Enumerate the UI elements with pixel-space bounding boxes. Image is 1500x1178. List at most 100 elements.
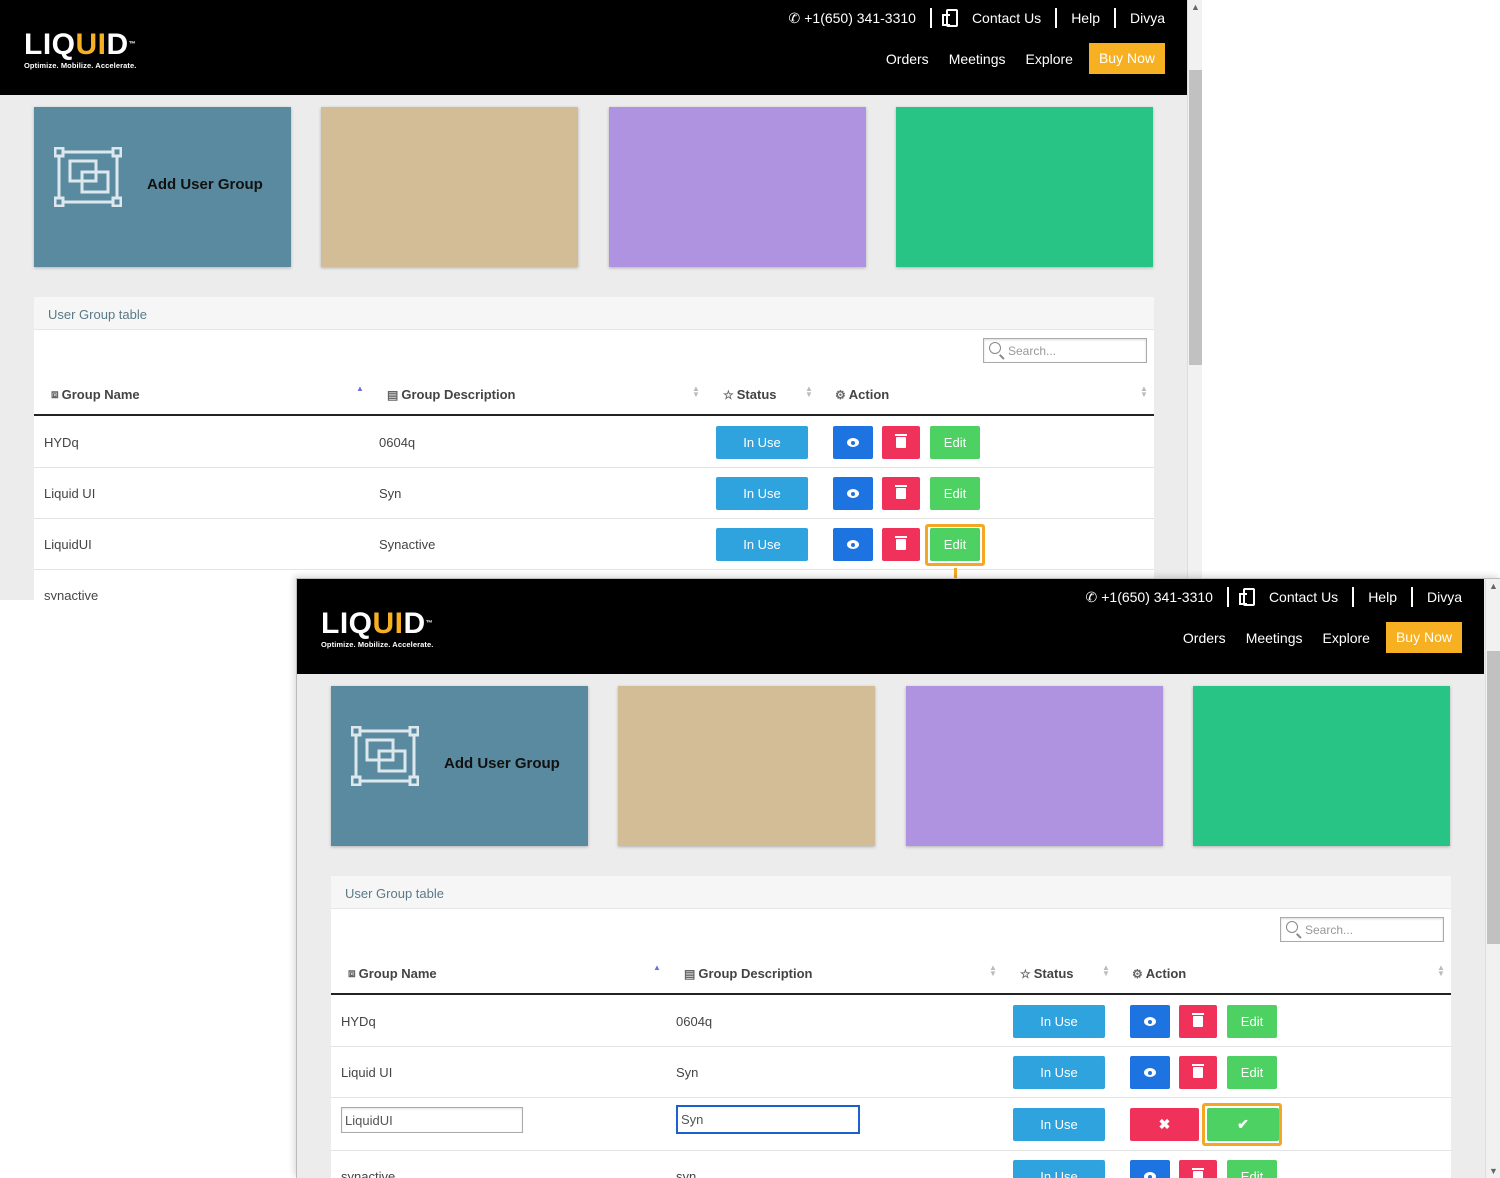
contact-us-link[interactable]: Contact Us (1269, 589, 1338, 605)
view-button[interactable] (833, 528, 873, 561)
scroll-up-icon[interactable]: ▲ (1489, 582, 1498, 591)
edit-button[interactable]: Edit (1227, 1005, 1277, 1038)
group-name-input[interactable] (341, 1107, 523, 1133)
view-button[interactable] (833, 426, 873, 459)
col-status[interactable]: ☆ Status (723, 387, 777, 402)
view-button[interactable] (1130, 1056, 1170, 1089)
sort-icon[interactable]: ▲ ▼ (1102, 964, 1110, 978)
group-description-cell: 0604q (676, 1014, 713, 1029)
logo-text-c: D (106, 28, 129, 61)
scrollbar-thumb[interactable] (1487, 651, 1500, 944)
table-header: ⧈Group Name ▲▼ ▤Group Description ▲▼ ☆St… (34, 377, 1154, 416)
col-status[interactable]: ☆ Status (1020, 966, 1074, 981)
edit-button[interactable]: Edit (1227, 1160, 1277, 1178)
buy-now-button[interactable]: Buy Now (1088, 43, 1165, 74)
header-bar: LIQUID™ Optimize. Mobilize. Accelerate. … (297, 579, 1484, 674)
in-use-button[interactable]: In Use (1013, 1056, 1105, 1089)
search-input[interactable] (1008, 342, 1138, 360)
sort-icon[interactable]: ▲ ▼ (692, 385, 700, 399)
tile-green[interactable] (896, 107, 1153, 267)
in-use-button[interactable]: In Use (716, 477, 808, 510)
cancel-edit-button[interactable]: ✖ (1130, 1108, 1199, 1141)
buy-now-button[interactable]: Buy Now (1385, 622, 1462, 653)
in-use-button[interactable]: In Use (1013, 1160, 1105, 1178)
gear-icon: ⚙ (835, 387, 846, 402)
in-use-button[interactable]: In Use (716, 528, 808, 561)
search-input[interactable] (1305, 921, 1435, 939)
edit-button[interactable]: Edit (930, 426, 980, 459)
utility-bar: ✆ +1(650) 341-3310 Contact Us Help Divya (1085, 587, 1462, 607)
scrollbar[interactable]: ▲ ▼ (1485, 579, 1500, 1178)
nav-meetings[interactable]: Meetings (949, 51, 1006, 67)
in-use-button[interactable]: In Use (716, 426, 808, 459)
logo-tagline: Optimize. Mobilize. Accelerate. (24, 61, 137, 70)
view-button[interactable] (1130, 1160, 1170, 1178)
delete-button[interactable] (882, 528, 920, 561)
tile-green[interactable] (1193, 686, 1450, 846)
scrollbar[interactable]: ▲ (1187, 0, 1202, 600)
delete-button[interactable] (882, 426, 920, 459)
in-use-button[interactable]: In Use (1013, 1005, 1105, 1038)
col-group-name[interactable]: ⧈ Group Name (348, 966, 437, 981)
search-box[interactable] (983, 338, 1147, 363)
sort-asc-icon[interactable]: ▲▼ (653, 964, 661, 972)
sort-icon[interactable]: ▲ ▼ (1437, 964, 1445, 978)
edit-button[interactable]: Edit (930, 477, 980, 510)
logo-tm: ™ (425, 620, 434, 627)
phone-number[interactable]: +1(650) 341-3310 (1101, 589, 1213, 605)
sort-icon[interactable]: ▲ ▼ (1140, 385, 1148, 399)
divider (1226, 587, 1229, 607)
scroll-down-icon[interactable]: ▼ (1489, 1167, 1498, 1176)
divider (1410, 587, 1413, 607)
search-box[interactable] (1280, 917, 1444, 942)
liquid-logo[interactable]: LIQUID™ Optimize. Mobilize. Accelerate. (24, 28, 137, 71)
user-menu[interactable]: Divya (1130, 10, 1165, 26)
table-row: HYDq 0604q In Use Edit (331, 996, 1451, 1047)
group-name-cell: HYDq (44, 435, 79, 450)
sort-icon[interactable]: ▲ ▼ (805, 385, 813, 399)
eye-icon (1144, 1017, 1156, 1026)
scrollbar-thumb[interactable] (1189, 70, 1202, 365)
sort-asc-icon[interactable]: ▲▼ (356, 385, 364, 393)
trash-icon (1192, 1168, 1204, 1178)
sort-icon[interactable]: ▲ ▼ (989, 964, 997, 978)
user-menu[interactable]: Divya (1427, 589, 1462, 605)
nav-explore[interactable]: Explore (1026, 51, 1073, 67)
edit-button[interactable]: Edit (1227, 1056, 1277, 1089)
tile-tan[interactable] (618, 686, 875, 846)
contact-us-link[interactable]: Contact Us (972, 10, 1041, 26)
delete-button[interactable] (1179, 1056, 1217, 1089)
nav-orders[interactable]: Orders (886, 51, 929, 67)
tile-purple[interactable] (609, 107, 866, 267)
add-user-group-tile[interactable]: Add User Group (331, 686, 588, 846)
view-button[interactable] (833, 477, 873, 510)
tile-tan[interactable] (321, 107, 578, 267)
col-action[interactable]: ⚙ Action (835, 387, 889, 402)
add-user-group-tile[interactable]: Add User Group (34, 107, 291, 267)
phone-number[interactable]: +1(650) 341-3310 (804, 10, 916, 26)
logo-text-b: UI (75, 28, 107, 61)
help-link[interactable]: Help (1368, 589, 1397, 605)
nav-explore[interactable]: Explore (1323, 630, 1370, 646)
delete-button[interactable] (1179, 1005, 1217, 1038)
scroll-up-icon[interactable]: ▲ (1191, 3, 1200, 12)
col-label: Group Name (61, 387, 140, 402)
in-use-button[interactable]: In Use (1013, 1108, 1105, 1141)
phone-icon: ✆ (1085, 588, 1098, 605)
tile-purple[interactable] (906, 686, 1163, 846)
help-link[interactable]: Help (1071, 10, 1100, 26)
group-description-input[interactable] (676, 1105, 860, 1134)
nav-meetings[interactable]: Meetings (1246, 630, 1303, 646)
liquid-logo[interactable]: LIQUID™ Optimize. Mobilize. Accelerate. (321, 607, 434, 650)
col-group-name[interactable]: ⧈ Group Name (51, 387, 140, 402)
col-group-description[interactable]: ▤ Group Description (684, 966, 812, 981)
view-button[interactable] (1130, 1005, 1170, 1038)
delete-button[interactable] (1179, 1160, 1217, 1178)
delete-button[interactable] (882, 477, 920, 510)
logo-text-a: LIQ (24, 28, 76, 61)
nav-orders[interactable]: Orders (1183, 630, 1226, 646)
logo-text-b: UI (372, 607, 404, 640)
col-group-description[interactable]: ▤ Group Description (387, 387, 515, 402)
group-description-cell: syn (676, 1169, 697, 1178)
col-action[interactable]: ⚙ Action (1132, 966, 1186, 981)
